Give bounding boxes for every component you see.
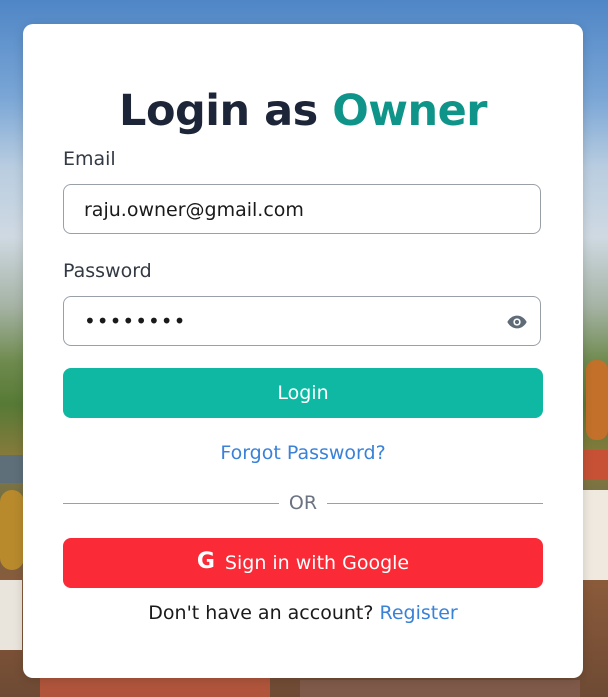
login-card: Login as Owner Email raju.owner@gmail.co…: [23, 24, 583, 678]
title-prefix: Login as: [119, 86, 318, 136]
background-tree: [586, 360, 608, 440]
email-field[interactable]: raju.owner@gmail.com: [63, 184, 541, 234]
forgot-password-link[interactable]: Forgot Password?: [23, 442, 583, 464]
title-accent: Owner: [332, 86, 487, 136]
page-title: Login as Owner: [23, 86, 583, 136]
password-field[interactable]: ••••••••: [63, 296, 541, 346]
eye-icon[interactable]: [506, 311, 528, 333]
register-link[interactable]: Register: [379, 602, 457, 624]
register-row: Don't have an account? Register: [23, 602, 583, 624]
background-roof: [40, 678, 270, 697]
background-house: [0, 580, 22, 650]
google-button-label: Sign in with Google: [224, 552, 410, 574]
google-signin-button[interactable]: G Sign in with Google: [63, 538, 543, 588]
password-label: Password: [63, 260, 152, 282]
email-value: raju.owner@gmail.com: [84, 199, 304, 221]
or-divider: OR: [63, 492, 543, 514]
background-roof: [582, 450, 608, 480]
email-label: Email: [63, 148, 116, 170]
background-house: [582, 490, 608, 580]
password-value: ••••••••: [84, 309, 187, 333]
login-button[interactable]: Login: [63, 368, 543, 418]
divider-line-right: [327, 503, 543, 504]
background-tree: [0, 490, 24, 570]
background-roof: [300, 680, 580, 697]
register-prompt: Don't have an account?: [148, 602, 374, 624]
google-icon: G: [196, 548, 215, 574]
